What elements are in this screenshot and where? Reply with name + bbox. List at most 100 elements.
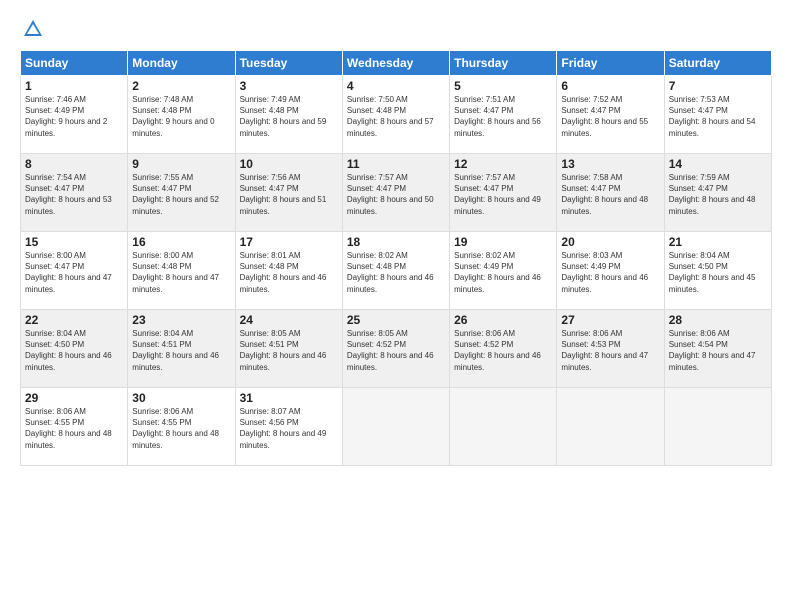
day-info: Sunrise: 8:05 AMSunset: 4:51 PMDaylight:… — [240, 329, 327, 372]
day-info: Sunrise: 7:51 AMSunset: 4:47 PMDaylight:… — [454, 95, 541, 138]
calendar-cell: 22 Sunrise: 8:04 AMSunset: 4:50 PMDaylig… — [21, 310, 128, 388]
day-info: Sunrise: 8:07 AMSunset: 4:56 PMDaylight:… — [240, 407, 327, 450]
day-info: Sunrise: 7:50 AMSunset: 4:48 PMDaylight:… — [347, 95, 434, 138]
calendar-cell — [557, 388, 664, 466]
day-info: Sunrise: 7:57 AMSunset: 4:47 PMDaylight:… — [454, 173, 541, 216]
day-number: 6 — [561, 79, 659, 93]
day-number: 22 — [25, 313, 123, 327]
day-info: Sunrise: 8:00 AMSunset: 4:48 PMDaylight:… — [132, 251, 219, 294]
calendar-cell: 11 Sunrise: 7:57 AMSunset: 4:47 PMDaylig… — [342, 154, 449, 232]
day-info: Sunrise: 8:04 AMSunset: 4:51 PMDaylight:… — [132, 329, 219, 372]
calendar-cell: 18 Sunrise: 8:02 AMSunset: 4:48 PMDaylig… — [342, 232, 449, 310]
day-info: Sunrise: 8:02 AMSunset: 4:49 PMDaylight:… — [454, 251, 541, 294]
day-number: 21 — [669, 235, 767, 249]
calendar-cell: 16 Sunrise: 8:00 AMSunset: 4:48 PMDaylig… — [128, 232, 235, 310]
calendar-cell: 24 Sunrise: 8:05 AMSunset: 4:51 PMDaylig… — [235, 310, 342, 388]
calendar-cell: 1 Sunrise: 7:46 AMSunset: 4:49 PMDayligh… — [21, 76, 128, 154]
calendar-cell: 31 Sunrise: 8:07 AMSunset: 4:56 PMDaylig… — [235, 388, 342, 466]
calendar-cell — [450, 388, 557, 466]
day-number: 17 — [240, 235, 338, 249]
day-number: 31 — [240, 391, 338, 405]
day-number: 24 — [240, 313, 338, 327]
calendar-header-row: SundayMondayTuesdayWednesdayThursdayFrid… — [21, 51, 772, 76]
calendar-cell: 23 Sunrise: 8:04 AMSunset: 4:51 PMDaylig… — [128, 310, 235, 388]
calendar-cell: 28 Sunrise: 8:06 AMSunset: 4:54 PMDaylig… — [664, 310, 771, 388]
calendar-table: SundayMondayTuesdayWednesdayThursdayFrid… — [20, 50, 772, 466]
calendar-cell: 12 Sunrise: 7:57 AMSunset: 4:47 PMDaylig… — [450, 154, 557, 232]
day-info: Sunrise: 8:06 AMSunset: 4:52 PMDaylight:… — [454, 329, 541, 372]
day-info: Sunrise: 8:06 AMSunset: 4:53 PMDaylight:… — [561, 329, 648, 372]
calendar-cell: 13 Sunrise: 7:58 AMSunset: 4:47 PMDaylig… — [557, 154, 664, 232]
day-number: 30 — [132, 391, 230, 405]
day-number: 4 — [347, 79, 445, 93]
calendar-cell: 20 Sunrise: 8:03 AMSunset: 4:49 PMDaylig… — [557, 232, 664, 310]
calendar-week-row: 15 Sunrise: 8:00 AMSunset: 4:47 PMDaylig… — [21, 232, 772, 310]
day-info: Sunrise: 8:04 AMSunset: 4:50 PMDaylight:… — [669, 251, 756, 294]
day-info: Sunrise: 7:46 AMSunset: 4:49 PMDaylight:… — [25, 95, 107, 138]
calendar-cell — [342, 388, 449, 466]
day-number: 13 — [561, 157, 659, 171]
day-number: 16 — [132, 235, 230, 249]
day-info: Sunrise: 7:52 AMSunset: 4:47 PMDaylight:… — [561, 95, 648, 138]
day-number: 14 — [669, 157, 767, 171]
day-number: 7 — [669, 79, 767, 93]
logo-icon — [22, 18, 44, 40]
day-number: 12 — [454, 157, 552, 171]
calendar-cell: 25 Sunrise: 8:05 AMSunset: 4:52 PMDaylig… — [342, 310, 449, 388]
calendar-cell: 26 Sunrise: 8:06 AMSunset: 4:52 PMDaylig… — [450, 310, 557, 388]
day-number: 5 — [454, 79, 552, 93]
day-info: Sunrise: 8:06 AMSunset: 4:55 PMDaylight:… — [132, 407, 219, 450]
calendar-cell: 30 Sunrise: 8:06 AMSunset: 4:55 PMDaylig… — [128, 388, 235, 466]
calendar-cell: 5 Sunrise: 7:51 AMSunset: 4:47 PMDayligh… — [450, 76, 557, 154]
calendar-cell: 27 Sunrise: 8:06 AMSunset: 4:53 PMDaylig… — [557, 310, 664, 388]
calendar-week-row: 1 Sunrise: 7:46 AMSunset: 4:49 PMDayligh… — [21, 76, 772, 154]
day-info: Sunrise: 7:56 AMSunset: 4:47 PMDaylight:… — [240, 173, 327, 216]
day-info: Sunrise: 7:54 AMSunset: 4:47 PMDaylight:… — [25, 173, 112, 216]
day-number: 29 — [25, 391, 123, 405]
day-info: Sunrise: 7:49 AMSunset: 4:48 PMDaylight:… — [240, 95, 327, 138]
weekday-header: Saturday — [664, 51, 771, 76]
day-number: 2 — [132, 79, 230, 93]
day-number: 26 — [454, 313, 552, 327]
day-number: 19 — [454, 235, 552, 249]
day-info: Sunrise: 7:57 AMSunset: 4:47 PMDaylight:… — [347, 173, 434, 216]
day-info: Sunrise: 8:06 AMSunset: 4:55 PMDaylight:… — [25, 407, 112, 450]
calendar-cell: 15 Sunrise: 8:00 AMSunset: 4:47 PMDaylig… — [21, 232, 128, 310]
weekday-header: Sunday — [21, 51, 128, 76]
day-number: 27 — [561, 313, 659, 327]
day-number: 20 — [561, 235, 659, 249]
calendar-week-row: 22 Sunrise: 8:04 AMSunset: 4:50 PMDaylig… — [21, 310, 772, 388]
calendar-cell: 3 Sunrise: 7:49 AMSunset: 4:48 PMDayligh… — [235, 76, 342, 154]
weekday-header: Tuesday — [235, 51, 342, 76]
day-number: 28 — [669, 313, 767, 327]
day-info: Sunrise: 8:03 AMSunset: 4:49 PMDaylight:… — [561, 251, 648, 294]
weekday-header: Monday — [128, 51, 235, 76]
day-number: 18 — [347, 235, 445, 249]
calendar-cell: 4 Sunrise: 7:50 AMSunset: 4:48 PMDayligh… — [342, 76, 449, 154]
calendar-cell: 9 Sunrise: 7:55 AMSunset: 4:47 PMDayligh… — [128, 154, 235, 232]
day-number: 23 — [132, 313, 230, 327]
day-number: 11 — [347, 157, 445, 171]
page: SundayMondayTuesdayWednesdayThursdayFrid… — [0, 0, 792, 612]
calendar-cell: 8 Sunrise: 7:54 AMSunset: 4:47 PMDayligh… — [21, 154, 128, 232]
day-info: Sunrise: 7:58 AMSunset: 4:47 PMDaylight:… — [561, 173, 648, 216]
calendar-cell: 7 Sunrise: 7:53 AMSunset: 4:47 PMDayligh… — [664, 76, 771, 154]
day-number: 8 — [25, 157, 123, 171]
calendar-cell: 14 Sunrise: 7:59 AMSunset: 4:47 PMDaylig… — [664, 154, 771, 232]
day-number: 25 — [347, 313, 445, 327]
weekday-header: Thursday — [450, 51, 557, 76]
calendar-cell: 21 Sunrise: 8:04 AMSunset: 4:50 PMDaylig… — [664, 232, 771, 310]
calendar-cell: 17 Sunrise: 8:01 AMSunset: 4:48 PMDaylig… — [235, 232, 342, 310]
weekday-header: Wednesday — [342, 51, 449, 76]
day-number: 3 — [240, 79, 338, 93]
header — [20, 18, 772, 40]
day-info: Sunrise: 8:04 AMSunset: 4:50 PMDaylight:… — [25, 329, 112, 372]
calendar-cell — [664, 388, 771, 466]
day-info: Sunrise: 7:59 AMSunset: 4:47 PMDaylight:… — [669, 173, 756, 216]
day-number: 10 — [240, 157, 338, 171]
day-number: 9 — [132, 157, 230, 171]
logo — [20, 18, 44, 40]
day-number: 15 — [25, 235, 123, 249]
day-info: Sunrise: 8:01 AMSunset: 4:48 PMDaylight:… — [240, 251, 327, 294]
calendar-cell: 6 Sunrise: 7:52 AMSunset: 4:47 PMDayligh… — [557, 76, 664, 154]
